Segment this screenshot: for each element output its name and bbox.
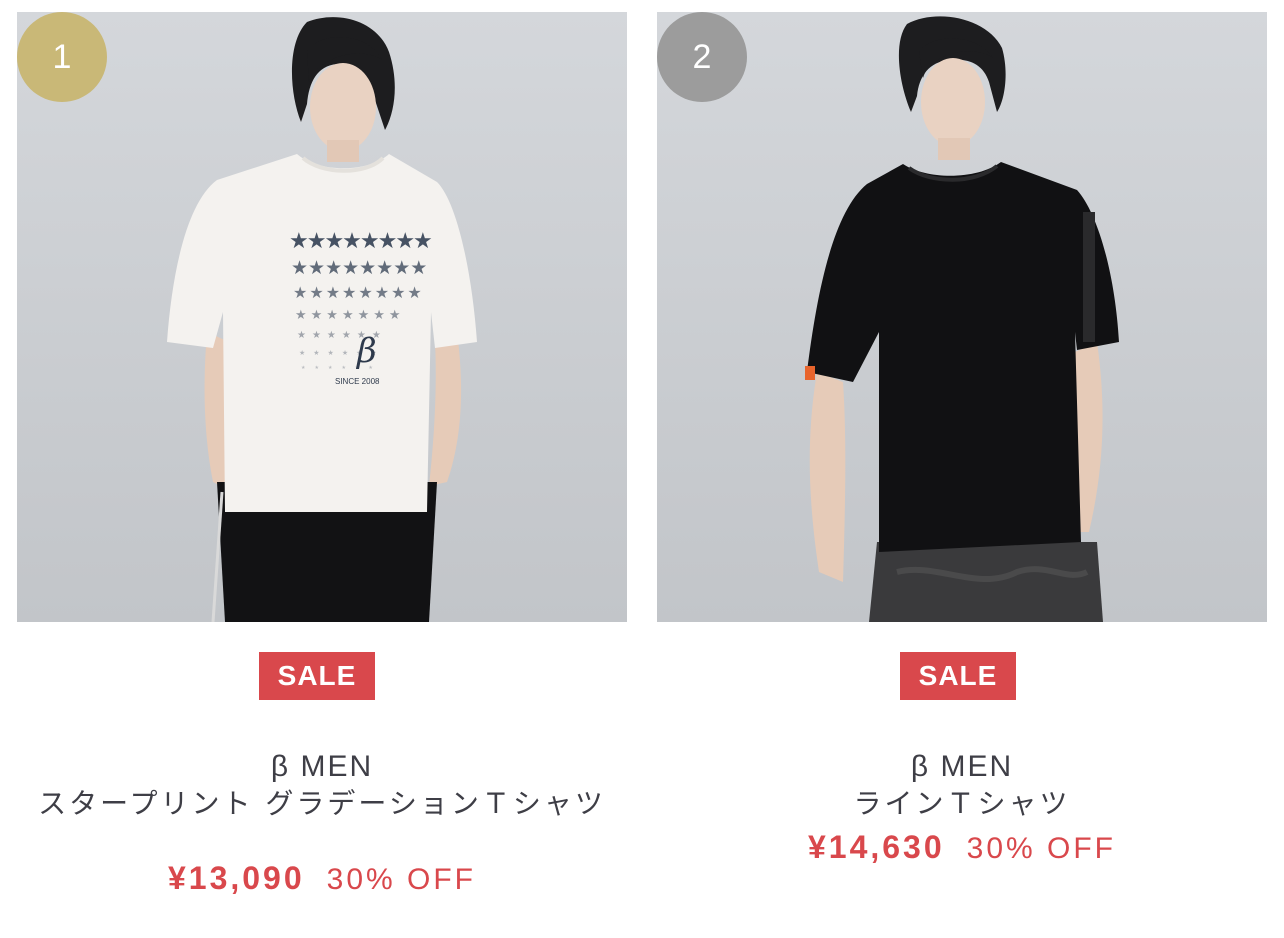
discount-1: 30% OFF [326,863,477,896]
price-row-2: ¥14,630 30% OFF [657,829,1267,866]
discount-2: 30% OFF [966,832,1117,865]
svg-text:★★★★★★★★: ★★★★★★★★ [289,229,432,254]
sale-badge-1: SALE [259,652,375,700]
product-card-2[interactable]: 2 SALE β MEN ラインＴシャツ ¥14,630 30% OFF [657,12,1267,912]
sale-price-1: ¥13,090 [167,860,305,896]
price-row-1: ¥13,090 30% OFF [17,860,627,897]
brand-name-2[interactable]: β MEN [657,750,1267,784]
svg-text:★★★★★★★: ★★★★★★★ [295,308,405,323]
rank-badge-1: 1 [17,12,107,102]
product-name-1[interactable]: スタープリント グラデーションＴシャツ [37,788,607,820]
brand-name-1[interactable]: β MEN [17,750,627,784]
product-photo-black-tshirt [805,16,1119,622]
product-image-2[interactable]: 2 [657,12,1267,622]
product-image-1[interactable]: ★★★★★★★★ ★★★★★★★★ ★★★★★★★★ ★★★★★★★ ★★★★★… [17,12,627,622]
svg-text:★★★★★★★★: ★★★★★★★★ [293,283,424,302]
sale-badge-2: SALE [900,652,1016,700]
product-name-2[interactable]: ラインＴシャツ [677,788,1247,820]
product-card-1[interactable]: ★★★★★★★★ ★★★★★★★★ ★★★★★★★★ ★★★★★★★ ★★★★★… [17,12,627,912]
print-text: SINCE 2008 [335,377,380,386]
product-photo-white-tshirt: ★★★★★★★★ ★★★★★★★★ ★★★★★★★★ ★★★★★★★ ★★★★★… [167,17,477,622]
svg-text:β: β [355,331,377,371]
svg-text:★★★★★★★★: ★★★★★★★★ [291,257,427,279]
sale-price-2: ¥14,630 [807,829,945,865]
rank-badge-2: 2 [657,12,747,102]
